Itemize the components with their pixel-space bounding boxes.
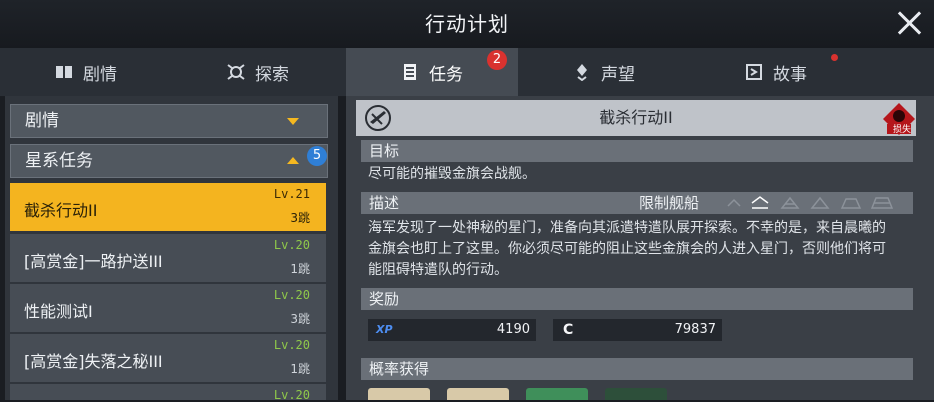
mission-item[interactable]: Lv.20 [10,384,326,402]
mission-jumps: 3跳 [290,211,310,225]
tab-new-dot [831,54,838,61]
drop-item[interactable] [368,388,430,400]
section-count-badge: 5 [307,146,327,166]
tab-story[interactable]: 剧情 [0,48,172,96]
tab-explore[interactable]: 探索 [172,48,344,96]
xp-value: 4190 [496,322,530,337]
loss-label: 损失 [892,125,911,135]
mission-item[interactable]: [高赏金]一路护送III Lv.20 1跳 [10,234,326,282]
tab-bar: 剧情 探索 任务 2 声望 故事 [0,48,934,97]
restricted-ship-icons [724,192,904,214]
description-line: 能阻碍特遣队的行动。 [368,262,508,278]
mission-level: Lv.21 [273,187,310,201]
explore-icon [227,63,245,81]
mission-type-icon [364,104,392,132]
description-label: 描述 [369,194,400,212]
credit-value: 79837 [674,322,716,337]
description-line: 海军发现了一处神秘的星门，准备向其派遣特遣队展开探索。不幸的是，来自晨曦的 [368,220,886,236]
story-icon [745,63,763,81]
drop-item[interactable] [526,388,588,400]
tab-reputation[interactable]: 声望 [518,48,690,96]
drop-item[interactable] [447,388,509,400]
mission-header: 截杀行动II 损失 [356,100,916,136]
mission-name: 性能测试I [24,302,93,321]
restriction-label: 限制舰船 [639,194,700,212]
section-galaxy-missions-header[interactable]: 星系任务 [10,144,328,178]
mission-title: 截杀行动II [599,108,673,127]
xp-reward: XP 4190 [368,319,536,341]
mission-name: 截杀行动II [24,201,98,220]
mission-name: [高赏金]失落之秘III [24,352,163,371]
mission-item[interactable]: 性能测试I Lv.20 3跳 [10,284,326,332]
tab-label: 声望 [601,64,635,85]
mission-level: Lv.20 [273,238,310,252]
tab-label: 任务 [429,64,463,85]
mission-level: Lv.20 [273,288,310,302]
xp-icon: XP [376,323,393,336]
close-icon[interactable] [894,8,924,38]
mission-jumps: 1跳 [290,362,310,376]
collapse-arrow-icon [287,157,299,164]
window-title: 行动计划 [425,12,509,36]
mission-name: [高赏金]一路护送III [24,252,163,271]
emblem-icon [573,63,591,82]
expand-arrow-icon [287,118,299,125]
book-icon [55,63,73,81]
mission-item[interactable]: [高赏金]失落之秘III Lv.20 1跳 [10,334,326,382]
tab-notification-badge: 2 [487,50,507,70]
section-story-header[interactable]: 剧情 [10,104,328,138]
tab-label: 探索 [255,64,289,85]
mission-jumps: 3跳 [290,312,310,326]
description-line: 金旗会也盯上了这里。你必须尽可能的阻止这些金旗会的人进入星门，否则他们将可 [368,241,886,257]
credit-icon: C [563,322,574,338]
credit-reward: C 79837 [553,319,722,341]
objective-text: 尽可能的摧毁金旗会战舰。 [368,166,536,182]
drop-item[interactable] [605,388,667,400]
mission-item[interactable]: 截杀行动II Lv.21 3跳 [10,183,326,231]
mission-level: Lv.20 [273,338,310,352]
tab-label: 剧情 [83,64,117,85]
mission-jumps: 1跳 [290,262,310,276]
objective-heading: 目标 [361,140,913,162]
drops-heading: 概率获得 [361,358,913,380]
reward-heading: 奖励 [361,288,913,310]
tab-label: 故事 [773,64,807,85]
title-bar: 行动计划 [0,0,934,49]
description-heading: 描述 限制舰船 [361,192,913,214]
section-label: 剧情 [25,111,59,131]
section-label: 星系任务 [25,151,93,171]
document-icon [401,63,419,81]
